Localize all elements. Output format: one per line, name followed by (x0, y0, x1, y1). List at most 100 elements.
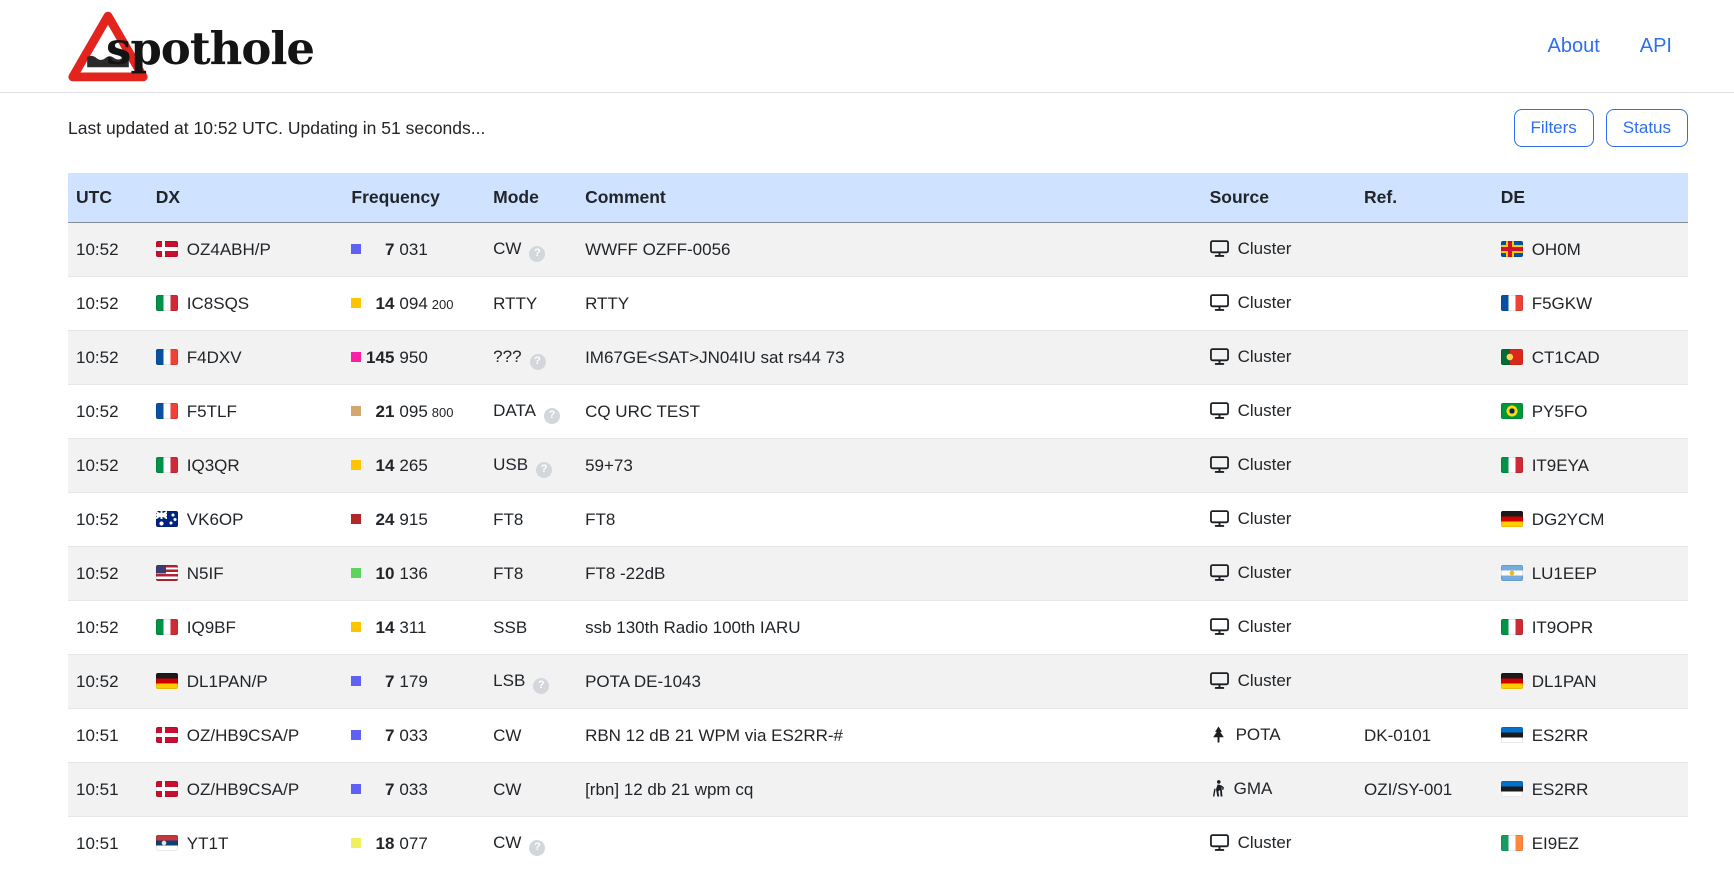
frequency-khz: 265 (399, 456, 427, 475)
flag-ie-icon (1501, 835, 1523, 851)
band-color-icon (351, 784, 361, 794)
dx-callsign: OZ/HB9CSA/P (187, 780, 299, 799)
frequency-khz: 033 (399, 780, 427, 799)
dx-callsign: N5IF (187, 564, 224, 583)
flag-it-icon (156, 295, 178, 311)
nav-about[interactable]: About (1547, 35, 1599, 58)
frequency-cell: 14311 (343, 601, 485, 655)
frequency-mhz: 10 (361, 562, 394, 585)
spot-row: 10:52 IQ9BF 14311 SSB ssb 130th Radio 100th … (68, 601, 1688, 655)
monitor-icon (1210, 456, 1229, 479)
flag-it-icon (156, 457, 178, 473)
filters-button[interactable]: Filters (1514, 109, 1594, 147)
mode-help-icon[interactable]: ? (529, 840, 545, 856)
de-cell: PY5FO (1493, 385, 1688, 439)
flag-dk-icon (156, 241, 178, 257)
mode-help-icon[interactable]: ? (533, 678, 549, 694)
dx-callsign: IQ9BF (187, 618, 236, 637)
comment-cell: RBN 12 dB 21 WPM via ES2RR-# (577, 709, 1202, 763)
monitor-icon (1210, 564, 1229, 587)
nav-api[interactable]: API (1640, 35, 1672, 58)
mode-help-icon[interactable]: ? (544, 408, 560, 424)
flag-de-icon (1501, 673, 1523, 689)
spots-table-container: UTCDXFrequencyModeCommentSourceRef.DE 10… (68, 173, 1688, 870)
brand-name: spothole (106, 18, 314, 75)
source-label: Cluster (1238, 671, 1292, 690)
mode-label: DATA (493, 401, 536, 420)
source-cell: Cluster (1202, 817, 1356, 870)
ref-cell (1356, 655, 1493, 709)
flag-de-icon (1501, 511, 1523, 527)
frequency-cell: 21095800 (343, 385, 485, 439)
dx-cell: N5IF (148, 547, 344, 601)
column-header-de: DE (1493, 173, 1688, 223)
mode-label: RTTY (493, 294, 537, 313)
mode-cell: SSB (485, 601, 577, 655)
dx-callsign: IQ3QR (187, 456, 240, 475)
band-color-icon (351, 244, 361, 254)
ref-cell (1356, 439, 1493, 493)
frequency-cell: 18077 (343, 817, 485, 870)
dx-callsign: YT1T (187, 834, 229, 853)
frequency-mhz: 7 (361, 724, 394, 747)
frequency-cell: 14094200 (343, 277, 485, 331)
de-cell: IT9EYA (1493, 439, 1688, 493)
mode-label: FT8 (493, 564, 523, 583)
de-cell: DG2YCM (1493, 493, 1688, 547)
source-label: Cluster (1238, 347, 1292, 366)
band-color-icon (351, 298, 361, 308)
de-callsign: OH0M (1532, 240, 1581, 259)
frequency-hz: 200 (432, 297, 454, 312)
source-label: Cluster (1238, 293, 1292, 312)
comment-cell: WWFF OZFF-0056 (577, 223, 1202, 277)
frequency-hz: 800 (432, 405, 454, 420)
frequency-mhz: 24 (361, 508, 394, 531)
spot-row: 10:52F5TLF21095800DATA?CQ URC TESTCluste… (68, 385, 1688, 439)
tree-icon (1210, 726, 1227, 749)
utc-cell: 10:52 (68, 655, 148, 709)
flag-dk-icon (156, 727, 178, 743)
source-label: Cluster (1238, 509, 1292, 528)
spot-row: 10:52VK6OP24915FT8FT8ClusterDG2YCM (68, 493, 1688, 547)
utc-cell: 10:52 (68, 277, 148, 331)
hiker-icon (1210, 780, 1225, 803)
column-header-source: Source (1202, 173, 1356, 223)
flag-br-icon (1501, 403, 1523, 419)
de-callsign: IT9OPR (1532, 618, 1593, 637)
spot-row: 10:52N5IF10136FT8FT8 -22dBClusterLU1EEP (68, 547, 1688, 601)
mode-label: SSB (493, 618, 527, 637)
comment-cell (577, 817, 1202, 870)
de-cell: OH0M (1493, 223, 1688, 277)
frequency-khz: 031 (399, 240, 427, 259)
spot-row: 10:51OZ/HB9CSA/P7033CWRBN 12 dB 21 WPM v… (68, 709, 1688, 763)
spot-row: 10:51YT1T18077CW?ClusterEI9EZ (68, 817, 1688, 870)
ref-cell: OZI/SY-001 (1356, 763, 1493, 817)
comment-cell: ssb 130th Radio 100th IARU (577, 601, 1202, 655)
utc-cell: 10:51 (68, 763, 148, 817)
de-cell: ES2RR (1493, 763, 1688, 817)
mode-help-icon[interactable]: ? (529, 246, 545, 262)
frequency-cell: 145950 (343, 331, 485, 385)
mode-label: CW (493, 239, 521, 258)
de-callsign: CT1CAD (1532, 348, 1600, 367)
flag-fr-icon (156, 403, 178, 419)
source-cell: Cluster (1202, 655, 1356, 709)
comment-cell: [rbn] 12 db 21 wpm cq (577, 763, 1202, 817)
frequency-mhz: 7 (361, 670, 394, 693)
mode-help-icon[interactable]: ? (536, 462, 552, 478)
frequency-mhz: 21 (361, 400, 394, 423)
mode-label: USB (493, 455, 528, 474)
de-callsign: LU1EEP (1532, 564, 1597, 583)
column-header-ref: Ref. (1356, 173, 1493, 223)
spot-row: 10:52F4DXV145950????IM67GE<SAT>JN04IU sa… (68, 331, 1688, 385)
ref-cell (1356, 385, 1493, 439)
logo[interactable]: spothole (68, 10, 314, 83)
de-callsign: F5GKW (1532, 294, 1592, 313)
frequency-khz: 915 (399, 510, 427, 529)
de-cell: IT9OPR (1493, 601, 1688, 655)
frequency-cell: 24 915 (343, 493, 485, 547)
dx-callsign: IC8SQS (187, 294, 249, 313)
mode-help-icon[interactable]: ? (530, 354, 546, 370)
status-button[interactable]: Status (1606, 109, 1688, 147)
utc-cell: 10:52 (68, 601, 148, 655)
